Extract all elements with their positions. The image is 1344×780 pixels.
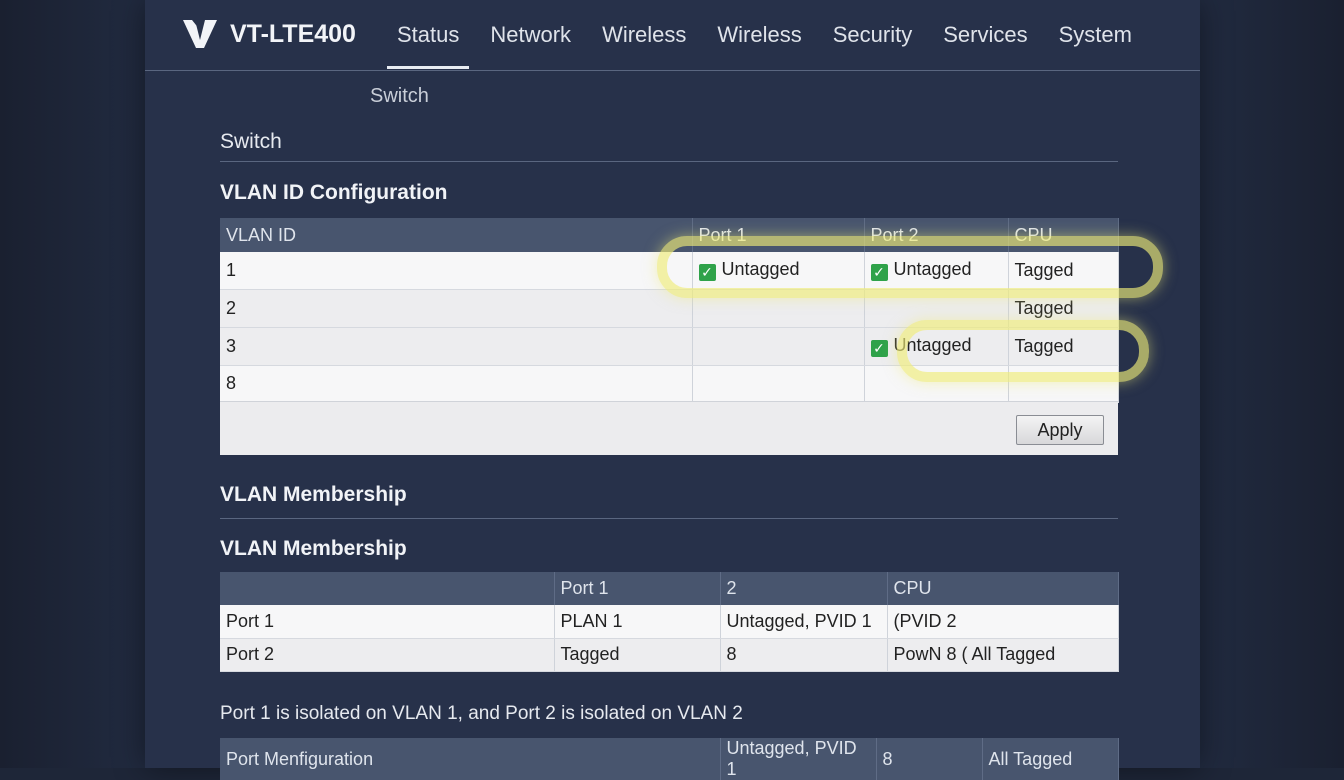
table-row: 8 xyxy=(220,365,1119,403)
cpu-cell: Tagged xyxy=(1008,252,1119,290)
column-header: Port Menfiguration xyxy=(220,738,721,780)
brand-logo-icon xyxy=(183,20,217,48)
vlan-id-cell: 2 xyxy=(220,289,693,328)
column-header: CPU xyxy=(1008,218,1119,252)
table-row: 1 ✓ Untagged ✓ Untagged Tagged xyxy=(220,252,1119,290)
subnav-item-switch[interactable]: Switch xyxy=(370,85,429,108)
vlan-config-table: VLAN ID Port 1 Port 2 CPU 1 ✓ Untagged ✓ U… xyxy=(220,218,1119,403)
divider xyxy=(220,161,1118,162)
nav-item-wireless[interactable]: Wireless xyxy=(602,22,686,48)
main-nav: Status Network Wireless Wireless Securit… xyxy=(386,22,1163,69)
table-cell: Port 2 xyxy=(220,638,555,672)
column-header xyxy=(220,572,555,605)
column-header: Port 2 xyxy=(864,218,1009,252)
vlan-id-cell: 1 xyxy=(220,252,693,290)
checkbox-checked-icon[interactable]: ✓ xyxy=(698,264,716,282)
nav-item-services[interactable]: Services xyxy=(943,22,1027,48)
isolation-note: Port 1 is isolated on VLAN 1, and Port 2… xyxy=(220,703,743,724)
column-header: CPU xyxy=(887,572,1119,605)
table-row: 2 Tagged xyxy=(220,289,1119,328)
column-header: Port 1 xyxy=(692,218,865,252)
port1-cell[interactable]: ✓ Untagged xyxy=(692,252,865,290)
port-mode-label: Untagged xyxy=(893,259,972,280)
port1-cell[interactable] xyxy=(692,365,865,403)
cpu-cell xyxy=(1008,365,1119,403)
apply-button[interactable]: Apply xyxy=(1016,415,1104,445)
column-header: All Tagged xyxy=(982,738,1119,780)
table-row: 3 ✓ Untagged Tagged xyxy=(220,327,1119,366)
table-cell: (PVID 2 xyxy=(887,605,1119,639)
port-mode-label: Untagged xyxy=(721,259,800,280)
port2-cell[interactable] xyxy=(864,289,1009,328)
vlan-id-cell: 3 xyxy=(220,327,693,366)
column-header: VLAN ID xyxy=(220,218,693,252)
port-mode-label: Untagged xyxy=(893,335,972,355)
nav-item-status[interactable]: Status xyxy=(386,22,470,69)
top-navigation-bar: VT-LTE400 Status Network Wireless Wirele… xyxy=(145,0,1200,71)
nav-item-system[interactable]: System xyxy=(1059,22,1132,48)
table-header-row: VLAN ID Port 1 Port 2 CPU xyxy=(220,218,1119,252)
port2-cell[interactable] xyxy=(864,365,1009,403)
column-header: Untagged, PVID 1 xyxy=(720,738,877,780)
table-row: Port 2 Tagged 8 PowN 8 ( All Tagged xyxy=(220,638,1119,672)
page-title: Switch xyxy=(220,130,282,153)
main-panel: VT-LTE400 Status Network Wireless Wirele… xyxy=(145,0,1200,780)
port-configuration-table: Port Menfiguration Untagged, PVID 1 8 Al… xyxy=(220,738,1119,780)
checkbox-checked-icon[interactable]: ✓ xyxy=(870,340,888,357)
column-header: 2 xyxy=(720,572,888,605)
vlan-config-title: VLAN ID Configuration xyxy=(220,181,448,204)
column-header: 8 xyxy=(876,738,983,780)
table-header-row: Port 1 2 CPU xyxy=(220,572,1119,605)
port2-cell[interactable]: ✓ Untagged xyxy=(864,327,1009,366)
cpu-cell: Tagged xyxy=(1008,327,1119,366)
table-row: Port 1 PLAN 1 Untagged, PVID 1 (PVID 2 xyxy=(220,605,1119,639)
vlan-membership-title: VLAN Membership xyxy=(220,483,407,506)
port1-cell[interactable] xyxy=(692,327,865,366)
port2-cell[interactable]: ✓ Untagged xyxy=(864,252,1009,290)
nav-item-wireless-2[interactable]: Wireless xyxy=(717,22,801,48)
divider xyxy=(220,518,1118,519)
vlan-membership-table: Port 1 2 CPU Port 1 PLAN 1 Untagged, PVI… xyxy=(220,572,1119,672)
table-cell: PowN 8 ( All Tagged xyxy=(887,638,1119,672)
table-cell: 8 xyxy=(720,638,888,672)
checkbox-checked-icon[interactable]: ✓ xyxy=(870,264,888,282)
cpu-cell: Tagged xyxy=(1008,289,1119,328)
table-cell: Untagged, PVID 1 xyxy=(720,605,888,639)
port1-cell[interactable] xyxy=(692,289,865,328)
nav-item-security[interactable]: Security xyxy=(833,22,912,48)
brand-name: VT-LTE400 xyxy=(230,20,356,48)
table-cell: Port 1 xyxy=(220,605,555,639)
vlan-membership-subtitle: VLAN Membership xyxy=(220,537,407,560)
table-cell: Tagged xyxy=(554,638,721,672)
vlan-id-cell: 8 xyxy=(220,365,693,403)
apply-bar: Apply xyxy=(220,401,1118,455)
table-cell: PLAN 1 xyxy=(554,605,721,639)
nav-item-network[interactable]: Network xyxy=(490,22,571,48)
table-header-row: Port Menfiguration Untagged, PVID 1 8 Al… xyxy=(220,738,1119,780)
column-header: Port 1 xyxy=(554,572,721,605)
